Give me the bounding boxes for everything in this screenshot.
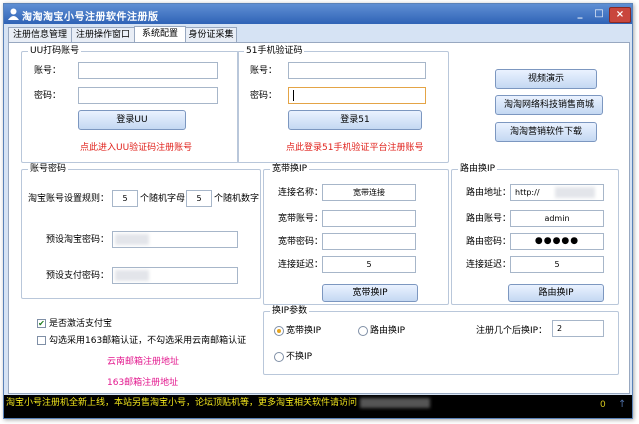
random-letters-label: 个随机字母 xyxy=(140,194,186,204)
sms51-password-label: 密码： xyxy=(250,91,278,101)
redacted-url xyxy=(360,398,430,408)
uu-login-button[interactable]: 登录UU xyxy=(78,110,186,130)
tab-id-collection[interactable]: 身份证采集 xyxy=(185,27,237,42)
router-password-input[interactable]: ●●●●● xyxy=(510,233,604,250)
minimize-button[interactable]: _ xyxy=(571,7,589,21)
title-bar[interactable]: 淘淘淘宝小号注册软件注册版 _ □ × xyxy=(4,4,632,24)
sms51-register-link[interactable]: 点此登录51手机验证平台注册账号 xyxy=(286,142,423,154)
broadband-delay-label: 连接延迟： xyxy=(278,260,324,270)
preset-pay-password-input[interactable] xyxy=(112,267,238,284)
router-delay-label: 连接延迟： xyxy=(466,260,512,270)
account-rule-label: 淘宝账号设置规则： xyxy=(28,194,110,204)
broadband-password-label: 宽带密码： xyxy=(278,237,324,247)
router-account-input[interactable]: admin xyxy=(510,210,604,227)
router-switch-button[interactable]: 路由换IP xyxy=(508,284,604,302)
redacted-value xyxy=(555,187,595,198)
radio-router-ip-label[interactable]: 路由换IP xyxy=(370,325,405,337)
broadband-account-label: 宽带账号： xyxy=(278,214,324,224)
mail163-option-label[interactable]: 勾选采用163邮箱认证，不勾选采用云南邮箱认证 xyxy=(49,335,246,347)
uu-group-title: UU打码账号 xyxy=(28,45,82,57)
radio-no-ip-change[interactable] xyxy=(274,352,284,362)
video-demo-button[interactable]: 视频演示 xyxy=(495,69,597,89)
radio-broadband-ip[interactable] xyxy=(274,326,284,336)
text-caret xyxy=(293,90,294,101)
up-arrow-icon[interactable]: ↑ xyxy=(618,399,626,410)
broadband-password-input[interactable] xyxy=(322,233,416,250)
shop-mall-button[interactable]: 淘淘网络科技销售商城 xyxy=(495,95,603,115)
system-config-panel: UU打码账号 账号： 密码： 登录UU 点此进入UU验证码注册账号 51手机验证… xyxy=(8,42,630,394)
radio-no-ip-change-label[interactable]: 不换IP xyxy=(286,351,312,363)
broadband-switch-button[interactable]: 宽带换IP xyxy=(322,284,418,302)
uu-account-group: UU打码账号 账号： 密码： 登录UU 点此进入UU验证码注册账号 xyxy=(21,45,239,163)
tab-system-config[interactable]: 系统配置 xyxy=(134,26,186,43)
tab-registration-info[interactable]: 注册信息管理 xyxy=(8,27,72,42)
router-address-label: 路由地址： xyxy=(466,188,512,198)
router-address-input[interactable]: http:// xyxy=(510,184,604,201)
router-account-label: 路由账号： xyxy=(466,214,512,224)
connection-name-label: 连接名称： xyxy=(278,188,324,198)
preset-login-password-label: 预设淘宝密码： xyxy=(46,235,110,245)
activate-alipay-checkbox[interactable]: ✔ xyxy=(37,319,46,328)
sms51-login-button[interactable]: 登录51 xyxy=(288,110,422,130)
status-counter: 0 xyxy=(600,400,606,410)
router-group-title: 路由换IP xyxy=(458,163,498,175)
broadband-group-title: 宽带换IP xyxy=(270,163,310,175)
uu-account-input[interactable] xyxy=(78,62,218,79)
ip-params-group: 换IP参数 宽带换IP 路由换IP 注册几个后换IP： 2 不换IP xyxy=(263,305,619,375)
mail163-register-link[interactable]: 163邮箱注册地址 xyxy=(107,377,178,389)
status-bar: 淘宝小号注册机全新上线，本站另售淘宝小号，论坛顶贴机等，更多淘宝相关软件请访问 … xyxy=(4,395,632,418)
account-password-group-title: 账号密码 xyxy=(28,163,69,175)
switch-after-count-label: 注册几个后换IP： xyxy=(476,326,548,336)
yunnan-mail-register-link[interactable]: 云南邮箱注册地址 xyxy=(107,356,179,368)
redacted-value xyxy=(115,270,149,281)
uu-register-link[interactable]: 点此进入UU验证码注册账号 xyxy=(80,142,192,154)
router-password-label: 路由密码： xyxy=(466,237,512,247)
random-letters-input[interactable]: 5 xyxy=(112,190,138,207)
broadband-account-input[interactable] xyxy=(322,210,416,227)
uu-password-label: 密码： xyxy=(34,91,62,101)
switch-after-count-input[interactable]: 2 xyxy=(552,320,604,337)
sms51-password-input[interactable] xyxy=(288,87,426,104)
sms51-group-title: 51手机验证码 xyxy=(244,45,305,57)
activate-alipay-label[interactable]: 是否激活支付宝 xyxy=(49,318,112,330)
broadband-delay-input[interactable]: 5 xyxy=(322,256,416,273)
sms51-account-label: 账号： xyxy=(250,66,278,76)
radio-broadband-ip-label[interactable]: 宽带换IP xyxy=(286,325,321,337)
close-button[interactable]: × xyxy=(609,7,631,23)
main-window: 淘淘淘宝小号注册软件注册版 _ □ × 注册信息管理 注册操作窗口 系统配置 身… xyxy=(3,3,633,419)
app-user-icon xyxy=(8,8,19,20)
ip-params-group-title: 换IP参数 xyxy=(270,305,310,317)
random-digits-label: 个随机数字 xyxy=(214,194,260,204)
account-password-group: 账号密码 淘宝账号设置规则： 5 个随机字母 5 个随机数字 预设淘宝密码： 预… xyxy=(21,163,261,299)
preset-login-password-input[interactable] xyxy=(112,231,238,248)
sms51-account-input[interactable] xyxy=(288,62,426,79)
router-delay-input[interactable]: 5 xyxy=(510,256,604,273)
radio-router-ip[interactable] xyxy=(358,326,368,336)
mail163-checkbox[interactable] xyxy=(37,336,46,345)
connection-name-input[interactable]: 宽带连接 xyxy=(322,184,416,201)
random-digits-input[interactable]: 5 xyxy=(186,190,212,207)
router-ip-group: 路由换IP 路由地址： http:// 路由账号： admin 路由密码： ●●… xyxy=(451,163,619,305)
uu-account-label: 账号： xyxy=(34,66,62,76)
broadband-ip-group: 宽带换IP 连接名称： 宽带连接 宽带账号： 宽带密码： 连接延迟： 5 宽带换… xyxy=(263,163,449,305)
software-download-button[interactable]: 淘淘营销软件下载 xyxy=(495,122,597,142)
uu-password-input[interactable] xyxy=(78,87,218,104)
tab-registration-ops[interactable]: 注册操作窗口 xyxy=(71,27,135,42)
sms51-group: 51手机验证码 账号： 密码： 登录51 点此登录51手机验证平台注册账号 xyxy=(237,45,449,163)
router-address-value: http:// xyxy=(515,188,540,197)
redacted-value xyxy=(115,234,149,245)
marquee-text: 淘宝小号注册机全新上线，本站另售淘宝小号，论坛顶贴机等，更多淘宝相关软件请访问 xyxy=(6,398,358,408)
preset-pay-password-label: 预设支付密码： xyxy=(46,271,110,281)
maximize-button[interactable]: □ xyxy=(591,7,607,21)
window-title: 淘淘淘宝小号注册软件注册版 xyxy=(22,12,159,23)
